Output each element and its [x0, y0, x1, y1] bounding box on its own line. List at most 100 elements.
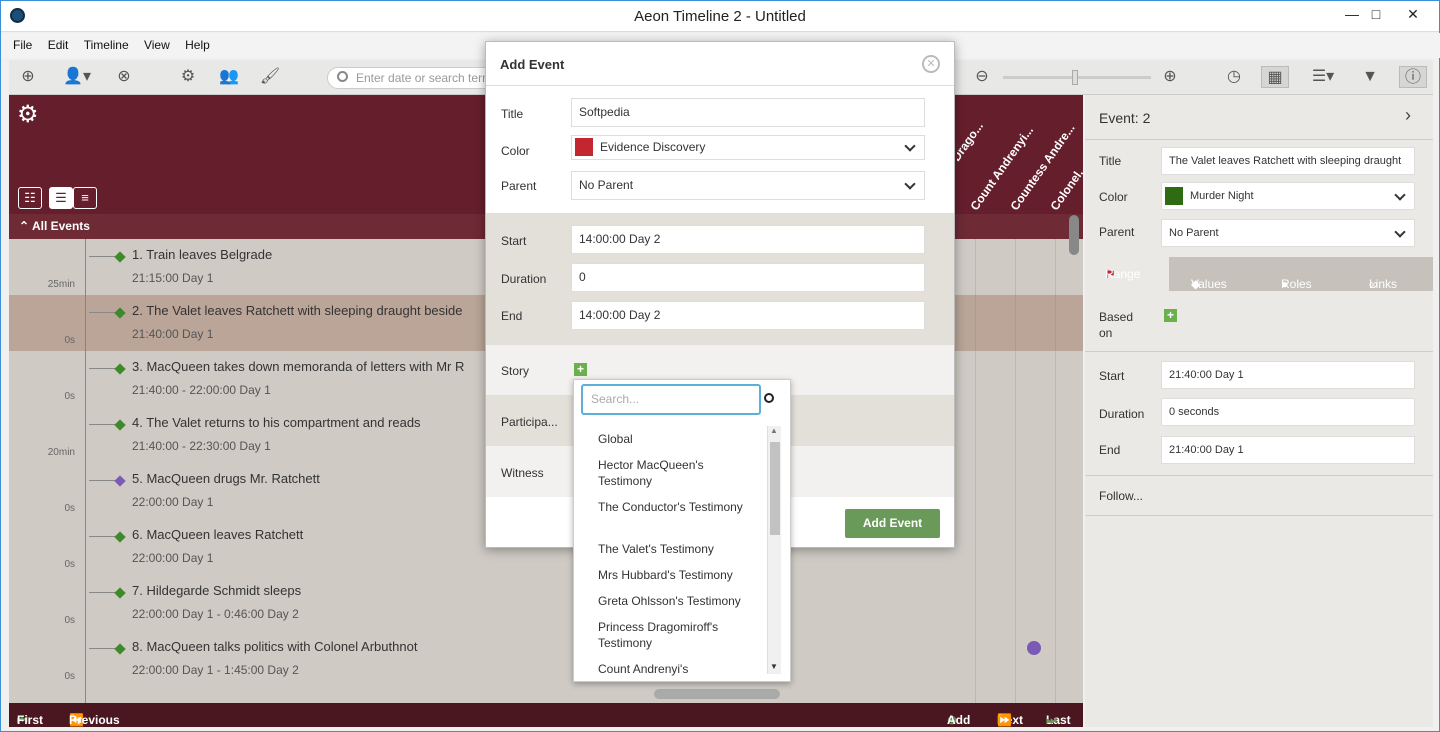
- based-on-label: Based on: [1099, 310, 1134, 340]
- grid-view-icon[interactable]: ▦: [1261, 66, 1289, 88]
- scroll-thumb[interactable]: [770, 442, 780, 535]
- menu-help[interactable]: Help: [179, 33, 216, 58]
- duration-field[interactable]: 0 seconds: [1161, 398, 1415, 426]
- title-input[interactable]: Softpedia: [571, 98, 925, 127]
- parent-label: Parent: [1099, 225, 1135, 239]
- menu-edit[interactable]: Edit: [42, 33, 75, 58]
- add-event-icon[interactable]: ⊕: [15, 66, 41, 88]
- parent-select[interactable]: No Parent: [571, 171, 925, 200]
- add-event-button[interactable]: Add Event: [845, 509, 940, 538]
- scroll-up-icon[interactable]: ▲: [770, 426, 778, 435]
- event-connector: [89, 368, 117, 369]
- outline-view-icon[interactable]: ☷: [18, 187, 42, 209]
- people-icon[interactable]: 👥: [216, 66, 242, 88]
- timeline-settings-icon[interactable]: ⚙: [17, 103, 39, 127]
- scroll-down-icon[interactable]: ▼: [770, 662, 778, 671]
- search-icon[interactable]: [764, 393, 774, 403]
- time-tick-label: 20min: [47, 447, 75, 458]
- close-dialog-icon[interactable]: ✕: [922, 55, 940, 73]
- brush-icon[interactable]: 🖌: [257, 66, 283, 88]
- tab-range-label: Range: [1105, 267, 1141, 281]
- event-connector: [89, 312, 117, 313]
- add-person-icon[interactable]: 👤▾: [57, 66, 97, 88]
- end-input[interactable]: 14:00:00 Day 2: [571, 301, 925, 330]
- title-label: Title: [1099, 154, 1122, 168]
- add-story-icon[interactable]: +: [574, 363, 587, 376]
- story-option[interactable]: Hector MacQueen's Testimony: [598, 457, 758, 489]
- window-title: Aeon Timeline 2 - Untitled: [634, 8, 806, 25]
- event-time: 21:40:00 Day 1: [132, 327, 214, 341]
- title-bar: Aeon Timeline 2 - Untitled — □ ✕: [1, 1, 1439, 32]
- settings-icon[interactable]: ⚙: [175, 66, 201, 88]
- zoom-in-icon[interactable]: ⊕: [1157, 66, 1183, 88]
- time-tick-label: 0s: [64, 615, 75, 626]
- chevron-down-icon: [1394, 226, 1406, 238]
- story-option[interactable]: Global: [598, 431, 758, 447]
- event-title: 5. MacQueen drugs Mr. Ratchett: [132, 471, 320, 486]
- flat-view-icon[interactable]: ≡: [73, 187, 97, 209]
- parent-value: No Parent: [1169, 227, 1219, 239]
- tab-range[interactable]: ⚑ Range: [1085, 257, 1169, 291]
- event-diamond-icon: [114, 251, 126, 263]
- story-option[interactable]: The Conductor's Testimony: [598, 499, 758, 515]
- indent-view-icon[interactable]: ☰: [49, 187, 73, 209]
- list-view-icon[interactable]: ☰▾: [1303, 66, 1343, 88]
- start-field[interactable]: 21:40:00 Day 1: [1161, 361, 1415, 389]
- start-input[interactable]: 14:00:00 Day 2: [571, 225, 925, 254]
- zoom-slider-handle[interactable]: [1072, 70, 1078, 85]
- story-option[interactable]: Greta Ohlsson's Testimony: [598, 593, 758, 609]
- start-label: Start: [501, 234, 527, 248]
- add-based-on-icon[interactable]: +: [1164, 309, 1177, 322]
- menu-timeline[interactable]: Timeline: [78, 33, 135, 58]
- info-icon[interactable]: ⓘ: [1399, 66, 1427, 88]
- color-select[interactable]: Evidence Discovery: [571, 135, 925, 160]
- event-title: 1. Train leaves Belgrade: [132, 247, 273, 262]
- event-diamond-icon: [114, 363, 126, 375]
- duration-input[interactable]: 0: [571, 263, 925, 292]
- horizontal-scrollbar[interactable]: [654, 689, 780, 699]
- bottom-navigation-bar: ⏮ First ⏪ Previous ⊕ Add Next ⏩ Last ⏭: [9, 703, 1083, 727]
- dialog-title: Add Event: [500, 57, 565, 72]
- title-field[interactable]: The Valet leaves Ratchett with sleeping …: [1161, 147, 1415, 175]
- menu-view[interactable]: View: [138, 33, 176, 58]
- end-field[interactable]: 21:40:00 Day 1: [1161, 436, 1415, 464]
- divider: [1085, 475, 1433, 476]
- search-input[interactable]: Enter date or search term...: [327, 67, 497, 89]
- detail-tabs: ⚑ Range ◆ Values ● Roles ∞ Links: [1085, 257, 1433, 291]
- witness-label: Witness: [501, 466, 544, 480]
- parent-select[interactable]: No Parent: [1161, 219, 1415, 247]
- basic-section: Title Softpedia Color Evidence Discovery…: [486, 87, 954, 213]
- story-option[interactable]: The Valet's Testimony: [598, 541, 758, 557]
- filter-icon[interactable]: ▼: [1357, 66, 1383, 88]
- close-window-button[interactable]: ✕: [1396, 1, 1430, 29]
- color-select[interactable]: Murder Night: [1161, 182, 1415, 210]
- event-row[interactable]: 8. MacQueen talks politics with Colonel …: [9, 631, 1083, 687]
- story-option[interactable]: Princess Dragomiroff's Testimony: [598, 619, 758, 651]
- maximize-button[interactable]: □: [1359, 1, 1393, 29]
- event-diamond-icon: [114, 531, 126, 543]
- event-row[interactable]: 7. Hildegarde Schmidt sleeps 22:00:00 Day…: [9, 575, 1083, 631]
- tab-values-label: Values: [1191, 277, 1227, 291]
- color-label: Color: [501, 144, 530, 158]
- people-column-header: ess Drago... Count Andrenyi... Countess …: [957, 125, 1083, 215]
- event-time: 22:00:00 Day 1 - 0:46:00 Day 2: [132, 607, 299, 621]
- time-tick-label: 0s: [64, 503, 75, 514]
- story-search-input[interactable]: Search...: [581, 384, 761, 415]
- collapse-panel-icon[interactable]: ›: [1405, 105, 1411, 126]
- zoom-out-icon[interactable]: ⊖: [969, 66, 995, 88]
- event-connector: [89, 256, 117, 257]
- clock-icon[interactable]: ◷: [1221, 66, 1247, 88]
- follow-link[interactable]: Follow...: [1099, 489, 1143, 503]
- vertical-scrollbar[interactable]: [1069, 215, 1079, 255]
- story-option[interactable]: Mrs Hubbard's Testimony: [598, 567, 758, 583]
- delete-icon[interactable]: ⊗: [111, 66, 137, 88]
- story-dropdown: Search... Global Hector MacQueen's Testim…: [573, 379, 791, 682]
- chevron-down-icon: [1394, 189, 1406, 201]
- event-diamond-icon: [114, 587, 126, 599]
- collapse-icon: ⌃: [19, 219, 32, 233]
- menu-file[interactable]: File: [7, 33, 38, 58]
- dropdown-scrollbar[interactable]: ▲ ▼: [767, 426, 781, 674]
- search-icon: [337, 71, 348, 82]
- story-option[interactable]: Count Andrenyi's: [598, 661, 758, 677]
- event-diamond-icon: [114, 643, 126, 655]
